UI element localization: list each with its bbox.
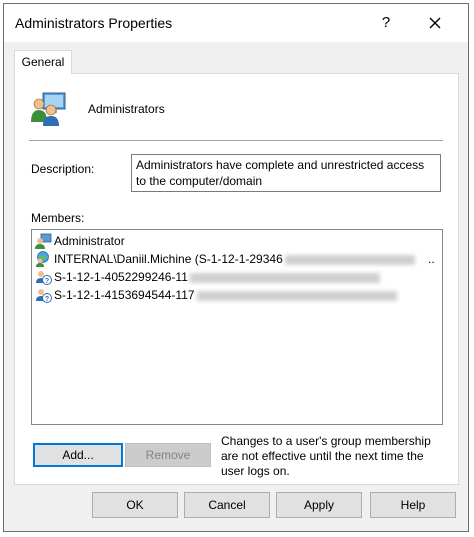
svg-text:?: ?	[45, 278, 49, 285]
close-icon	[429, 17, 441, 29]
unknown-user-icon: ?	[36, 271, 52, 285]
member-text: S-1-12-1-4153694544-117	[54, 288, 195, 302]
membership-note: Changes to a user's group membership are…	[221, 434, 431, 478]
add-button[interactable]: Add...	[33, 443, 123, 467]
svg-text:?: ?	[45, 296, 49, 303]
redacted-sid	[189, 272, 380, 283]
group-icon	[31, 92, 66, 126]
member-text: S-1-12-1-4052299246-11	[54, 270, 188, 284]
member-trailing: ..	[428, 252, 435, 266]
list-item[interactable]: Administrator	[32, 232, 442, 250]
user-icon	[35, 233, 52, 249]
member-text: INTERNAL\Daniil.Michine (S-1-12-1-29346	[54, 252, 283, 266]
close-button[interactable]	[422, 10, 448, 36]
properties-dialog: Administrators Properties ? General Admi…	[3, 3, 469, 532]
apply-button[interactable]: Apply	[276, 492, 362, 518]
list-item[interactable]: ? S-1-12-1-4052299246-11	[32, 268, 442, 286]
list-item[interactable]: ? S-1-12-1-4153694544-117	[32, 286, 442, 304]
members-label: Members:	[31, 211, 85, 225]
unknown-user-icon: ?	[36, 289, 52, 303]
remove-button[interactable]: Remove	[125, 443, 211, 467]
redacted-sid	[284, 254, 415, 265]
cancel-button[interactable]: Cancel	[184, 492, 270, 518]
help-button[interactable]: Help	[370, 492, 456, 518]
members-list[interactable]: Administrator INTERNAL\Daniil.Michine (S…	[31, 229, 443, 425]
help-title-button[interactable]: ?	[374, 10, 398, 36]
ok-button[interactable]: OK	[92, 492, 178, 518]
list-item[interactable]: INTERNAL\Daniil.Michine (S-1-12-1-29346 …	[32, 250, 442, 268]
member-text: Administrator	[54, 234, 125, 248]
general-panel: Administrators Description: Administrato…	[14, 73, 459, 485]
separator	[29, 140, 443, 141]
description-field[interactable]: Administrators have complete and unrestr…	[131, 154, 441, 192]
redacted-sid	[196, 290, 397, 301]
group-name: Administrators	[88, 102, 165, 116]
tab-general[interactable]: General	[14, 50, 72, 74]
window-title: Administrators Properties	[15, 15, 173, 31]
title-bar: Administrators Properties ?	[4, 4, 468, 42]
domain-user-icon	[36, 251, 49, 267]
description-label: Description:	[31, 162, 95, 176]
